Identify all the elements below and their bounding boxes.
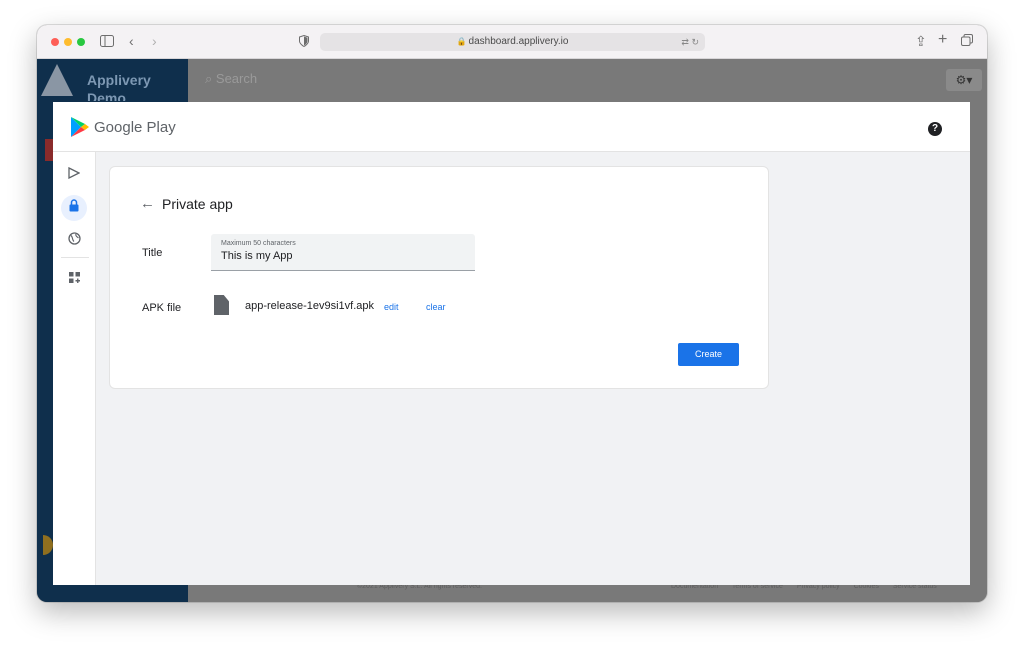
back-arrow-icon[interactable]: ← bbox=[140, 195, 155, 212]
sidebar-toggle-icon[interactable] bbox=[100, 35, 114, 49]
share-icon[interactable]: ⇪ bbox=[915, 34, 927, 48]
title-field-hint: Maximum 50 characters bbox=[221, 240, 296, 247]
tab-overview-icon[interactable] bbox=[961, 34, 973, 48]
new-tab-icon[interactable]: + bbox=[938, 32, 947, 48]
add-apps-grid-icon bbox=[68, 272, 80, 283]
lock-icon: 🔒 bbox=[456, 37, 467, 46]
help-icon[interactable]: ? bbox=[928, 122, 942, 136]
applivery-logo bbox=[41, 64, 73, 96]
minimize-window-button[interactable] bbox=[64, 38, 72, 46]
background-search-placeholder: Search bbox=[215, 71, 258, 86]
globe-icon bbox=[67, 232, 81, 245]
file-icon bbox=[214, 295, 229, 315]
google-play-modal: Google Play ? ✕ ← bbox=[53, 102, 970, 585]
translate-reload-icon[interactable]: ⇄ ↻ bbox=[681, 33, 699, 51]
zoom-window-button[interactable] bbox=[77, 38, 85, 46]
browser-toolbar: ‹ › 🔒 dashboard.applivery.io ⇄ ↻ ⇪ + bbox=[37, 25, 987, 59]
apk-file-name: app-release-1ev9si1vf.apk bbox=[245, 300, 375, 312]
google-play-logo-icon bbox=[71, 117, 89, 137]
private-app-card: ← Private app Title Maximum 50 character… bbox=[109, 166, 769, 389]
modal-header: Google Play ? bbox=[53, 102, 970, 152]
address-bar[interactable]: 🔒 dashboard.applivery.io ⇄ ↻ bbox=[320, 33, 705, 51]
apk-file-label: APK file bbox=[142, 302, 182, 314]
title-field[interactable]: Maximum 50 characters bbox=[211, 234, 475, 271]
lock-icon bbox=[69, 199, 79, 212]
page-title: Private app bbox=[162, 196, 233, 212]
edit-link[interactable]: edit bbox=[384, 302, 399, 312]
rail-divider bbox=[61, 257, 89, 258]
background-search: ⌕ Search bbox=[205, 71, 257, 87]
rail-item-web-apps[interactable] bbox=[61, 228, 87, 254]
rail-item-collections[interactable] bbox=[61, 267, 87, 293]
url-text: dashboard.applivery.io bbox=[468, 36, 569, 47]
play-store-icon bbox=[68, 166, 81, 180]
background-avatar bbox=[43, 535, 53, 555]
browser-window: ‹ › 🔒 dashboard.applivery.io ⇄ ↻ ⇪ + Appl… bbox=[37, 25, 987, 602]
modal-nav-rail bbox=[53, 152, 96, 585]
back-nav-icon[interactable]: ‹ bbox=[129, 34, 134, 48]
google-play-title: Google Play bbox=[94, 119, 176, 136]
background-app-name: Applivery Demo bbox=[87, 72, 151, 101]
background-user-menu: ⚙▾ bbox=[946, 69, 982, 91]
search-icon: ⌕ bbox=[205, 71, 213, 86]
page-content: Applivery Demo ⌕ Search ⚙▾ ©2021 Applive… bbox=[37, 59, 987, 602]
title-input[interactable] bbox=[221, 250, 461, 262]
privacy-shield-icon[interactable] bbox=[299, 34, 309, 49]
title-label: Title bbox=[142, 247, 163, 259]
rail-item-play[interactable] bbox=[61, 162, 87, 188]
create-button[interactable]: Create bbox=[678, 343, 739, 366]
close-window-button[interactable] bbox=[51, 38, 59, 46]
rail-item-private-apps[interactable] bbox=[61, 195, 87, 221]
clear-link[interactable]: clear bbox=[426, 302, 446, 312]
forward-nav-icon[interactable]: › bbox=[152, 34, 157, 48]
